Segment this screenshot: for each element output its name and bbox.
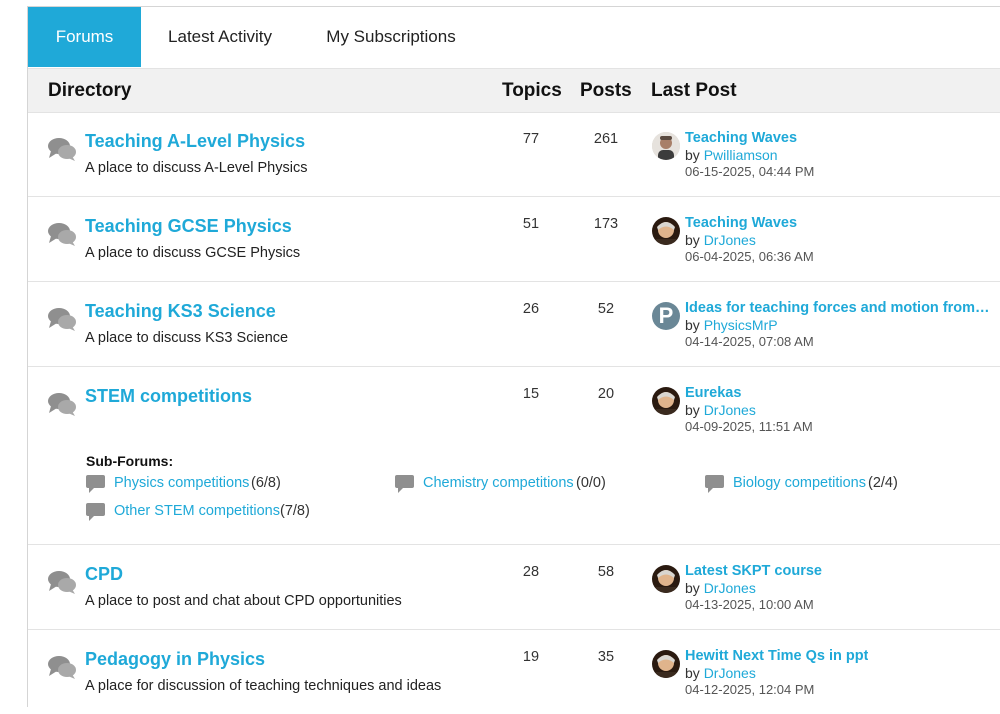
last-post-byline: by PhysicsMrP [685,317,778,333]
forum-title-link[interactable]: Pedagogy in Physics [85,649,265,670]
speech-bubble-icon [395,475,414,493]
forum-posts-count: 20 [597,386,615,402]
forum-bubbles-icon [48,138,76,161]
avatar[interactable]: P [652,302,680,330]
forum-directory-panel: Forums Latest Activity My Subscriptions … [27,6,1000,707]
forum-topics-count: 15 [522,386,540,402]
last-post-by-label: by [685,317,704,333]
tab-bar: Forums Latest Activity My Subscriptions [28,7,1000,67]
forum-bubbles-icon [48,308,76,331]
subforum-count: (2/4) [868,475,898,491]
forum-topics-count: 51 [522,216,540,232]
last-post-by-label: by [685,580,704,596]
last-post-byline: by DrJones [685,402,756,418]
forum-topics-count: 77 [522,131,540,147]
forum-posts-count: 52 [597,301,615,317]
last-post-date: 04-14-2025, 07:08 AM [685,334,814,349]
last-post-byline: by DrJones [685,580,756,596]
forum-bubbles-icon [48,223,76,246]
forum-description: A place to discuss A-Level Physics [85,160,308,176]
tab-latest-activity[interactable]: Latest Activity [141,7,299,67]
subforum-item[interactable]: Physics competitions (6/8) [86,475,366,495]
speech-bubble-icon [86,503,105,521]
last-post-date: 04-09-2025, 11:51 AM [685,419,813,434]
header-last-post[interactable]: Last Post [651,80,737,102]
last-post-title-link[interactable]: Eurekas [685,385,741,401]
forum-description: A place to discuss KS3 Science [85,330,289,346]
subforum-count: (6/8) [251,475,281,491]
forum-bubbles-icon [48,656,76,679]
subforums-heading: Sub-Forums: [86,453,174,469]
last-post-author-link[interactable]: DrJones [704,232,756,248]
forum-topics-count: 26 [522,301,540,317]
last-post-author-link[interactable]: PhysicsMrP [704,317,778,333]
forum-title-link[interactable]: Teaching GCSE Physics [85,216,292,237]
forum-title-link[interactable]: Teaching A-Level Physics [85,131,305,152]
subforum-item[interactable]: Other STEM competitions (7/8) [86,503,366,523]
header-topics[interactable]: Topics [502,80,562,102]
last-post-author-link[interactable]: Pwilliamson [704,147,778,163]
last-post-date: 06-15-2025, 04:44 PM [685,164,815,179]
last-post-byline: by Pwilliamson [685,147,778,163]
forum-bubbles-icon [48,571,76,594]
last-post-title-link[interactable]: Teaching Waves [685,130,797,146]
last-post-date: 06-04-2025, 06:36 AM [685,249,814,264]
last-post-by-label: by [685,147,704,163]
subforum-item[interactable]: Biology competitions (2/4) [705,475,985,495]
forum-bubbles-icon [48,393,76,416]
forum-title-link[interactable]: Teaching KS3 Science [85,301,276,322]
forum-posts-count: 58 [597,564,615,580]
last-post-by-label: by [685,402,704,418]
forum-posts-count: 35 [597,649,615,665]
avatar[interactable] [652,565,680,593]
directory-header: Directory Topics Posts Last Post [28,68,1000,113]
forum-title-link[interactable]: STEM competitions [85,386,252,407]
forum-posts-count: 173 [593,216,619,232]
last-post-title-link[interactable]: Ideas for teaching forces and motion fro… [685,300,990,316]
last-post-author-link[interactable]: DrJones [704,402,756,418]
avatar[interactable] [652,217,680,245]
subforum-count: (0/0) [576,475,606,491]
last-post-by-label: by [685,665,704,681]
avatar[interactable] [652,650,680,678]
subforum-count: (7/8) [280,503,310,519]
subforum-link[interactable]: Biology competitions [733,475,866,491]
forum-topics-count: 28 [522,564,540,580]
forum-row: Teaching KS3 Science A place to discuss … [28,282,1000,367]
forum-row: Pedagogy in Physics A place for discussi… [28,630,1000,714]
last-post-title-link[interactable]: Teaching Waves [685,215,797,231]
subforum-link[interactable]: Chemistry competitions [423,475,574,491]
subforum-item[interactable]: Chemistry competitions (0/0) [395,475,675,495]
forum-row: Teaching GCSE Physics A place to discuss… [28,197,1000,282]
forum-row: STEM competitions 15 20 Eurekas by DrJon… [28,367,1000,545]
speech-bubble-icon [705,475,724,493]
last-post-title-link[interactable]: Hewitt Next Time Qs in ppt [685,648,868,664]
forum-row: Teaching A-Level Physics A place to disc… [28,112,1000,197]
avatar[interactable] [652,387,680,415]
avatar[interactable] [652,132,680,160]
last-post-author-link[interactable]: DrJones [704,665,756,681]
last-post-date: 04-13-2025, 10:00 AM [685,597,814,612]
speech-bubble-icon [86,475,105,493]
tab-my-subscriptions[interactable]: My Subscriptions [306,7,476,67]
header-posts[interactable]: Posts [580,80,632,102]
forum-description: A place to post and chat about CPD oppor… [85,593,402,609]
forum-description: A place for discussion of teaching techn… [85,678,442,694]
forum-topics-count: 19 [522,649,540,665]
forum-title-link[interactable]: CPD [85,564,123,585]
header-directory: Directory [48,80,132,101]
forum-row: CPD A place to post and chat about CPD o… [28,545,1000,630]
last-post-byline: by DrJones [685,665,756,681]
last-post-date: 04-12-2025, 12:04 PM [685,682,815,697]
subforum-link[interactable]: Physics competitions [114,475,249,491]
forum-posts-count: 261 [593,131,619,147]
tab-forums[interactable]: Forums [28,7,141,67]
last-post-title-link[interactable]: Latest SKPT course [685,563,822,579]
forum-description: A place to discuss GCSE Physics [85,245,301,261]
last-post-byline: by DrJones [685,232,756,248]
subforum-link[interactable]: Other STEM competitions [114,503,280,519]
last-post-by-label: by [685,232,704,248]
last-post-author-link[interactable]: DrJones [704,580,756,596]
